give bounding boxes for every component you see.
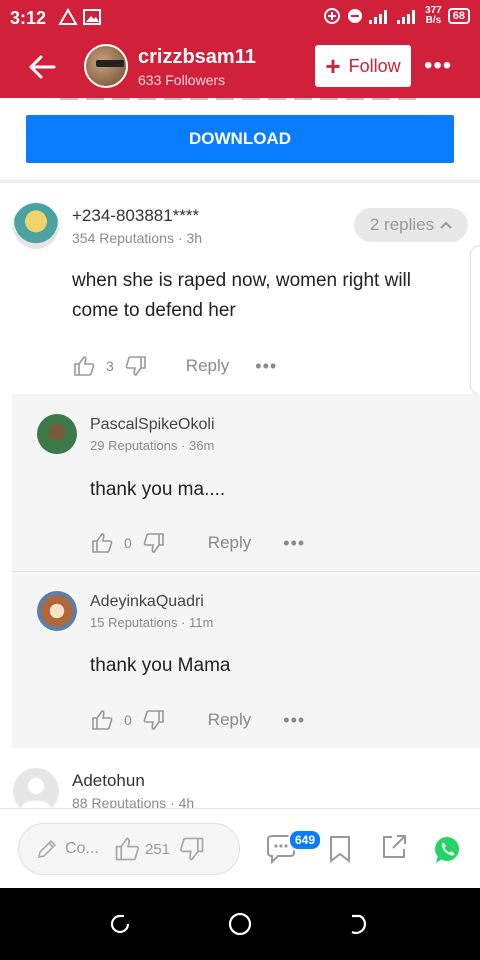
follow-label: Follow	[348, 55, 401, 76]
recent-apps-icon[interactable]	[108, 912, 132, 936]
comment-count-badge: 649	[288, 829, 323, 851]
warning-icon	[58, 8, 78, 25]
follow-button[interactable]: + Follow	[315, 45, 411, 87]
back-arrow-icon[interactable]	[26, 52, 58, 82]
like-count: 3	[106, 358, 114, 374]
status-time: 3:12	[10, 8, 47, 28]
signal-icon	[369, 10, 388, 24]
replies-label: 2 replies	[369, 215, 435, 234]
comment-text: thank you Mama	[90, 655, 231, 676]
comment-actions: 0 Reply •••	[90, 531, 305, 555]
reply-button[interactable]: Reply	[186, 356, 229, 376]
share-icon[interactable]	[380, 833, 408, 861]
comment-actions: 3 Reply •••	[72, 354, 277, 378]
network-speed: 377 B/s	[425, 6, 442, 26]
section-divider	[0, 180, 480, 183]
comment-meta: 29 Reputations · 36m	[90, 438, 215, 453]
status-right: 377 B/s 68	[323, 6, 470, 26]
reply-button[interactable]: Reply	[208, 533, 251, 553]
comment-text: when she is raped now, women right will …	[72, 270, 412, 321]
author-followers: 633 Followers	[138, 72, 226, 88]
author-avatar[interactable]	[84, 44, 128, 88]
comment-meta: 15 Reputations · 11m	[90, 615, 214, 630]
thumbs-up-icon[interactable]	[72, 354, 96, 378]
bookmark-icon[interactable]	[328, 835, 352, 863]
download-button[interactable]: DOWNLOAD	[26, 115, 454, 163]
comment-meta: 354 Reputations · 3h	[72, 230, 202, 246]
comment-actions: 0 Reply •••	[90, 708, 305, 732]
thumbs-up-icon[interactable]	[90, 708, 114, 732]
reply-button[interactable]: Reply	[208, 710, 251, 730]
commenter-name[interactable]: +234-803881****	[72, 206, 199, 226]
side-panel-handle[interactable]	[470, 245, 480, 395]
thumbs-down-icon[interactable]	[142, 531, 166, 555]
bottom-action-bar: Co... 251 649	[0, 808, 480, 888]
replies-toggle-button[interactable]: 2 replies	[354, 208, 468, 242]
thumbs-down-icon[interactable]	[142, 708, 166, 732]
whatsapp-icon[interactable]	[432, 835, 462, 865]
commenter-avatar[interactable]	[37, 591, 77, 631]
thumbs-up-icon[interactable]	[90, 531, 114, 555]
system-nav-bar	[0, 888, 480, 960]
data-saver-icon	[324, 8, 341, 24]
thumbs-down-icon[interactable]	[178, 835, 206, 863]
more-dots-icon[interactable]: •••	[283, 710, 305, 731]
status-bar: 3:12 377 B/s 68	[0, 0, 480, 36]
commenter-avatar[interactable]	[37, 414, 77, 454]
post-like-count: 251	[145, 840, 171, 858]
signal-icon-2	[397, 10, 416, 24]
author-username[interactable]: crizzbsam11	[138, 46, 256, 69]
home-icon[interactable]	[227, 911, 253, 937]
more-dots-icon[interactable]: •••	[255, 356, 277, 377]
plus-icon: +	[325, 51, 341, 81]
speed-unit: B/s	[425, 15, 442, 26]
comment-composer[interactable]: Co... 251	[18, 823, 240, 875]
chevron-up-icon	[440, 221, 452, 229]
profile-header: crizzbsam11 633 Followers + Follow •••	[0, 36, 480, 98]
pencil-icon	[37, 839, 57, 859]
like-count: 0	[124, 535, 132, 551]
commenter-name[interactable]: Adetohun	[72, 771, 145, 791]
more-options-icon[interactable]: •••	[424, 52, 452, 80]
back-nav-icon[interactable]	[348, 912, 372, 936]
composer-placeholder: Co...	[65, 840, 99, 857]
battery-icon: 68	[447, 8, 470, 24]
thumbs-down-icon[interactable]	[124, 354, 148, 378]
like-count: 0	[124, 712, 132, 728]
reply-divider	[12, 571, 480, 572]
cut-off-text	[0, 98, 480, 112]
more-dots-icon[interactable]: •••	[283, 533, 305, 554]
commenter-name[interactable]: AdeyinkaQuadri	[90, 593, 204, 611]
thumbs-up-icon[interactable]	[113, 835, 141, 863]
dnd-icon	[348, 9, 363, 23]
notification-icons	[58, 8, 102, 26]
comment-text: thank you ma....	[90, 479, 226, 500]
commenter-name[interactable]: PascalSpikeOkoli	[90, 416, 215, 434]
commenter-avatar[interactable]	[13, 203, 59, 249]
image-icon	[83, 9, 101, 25]
